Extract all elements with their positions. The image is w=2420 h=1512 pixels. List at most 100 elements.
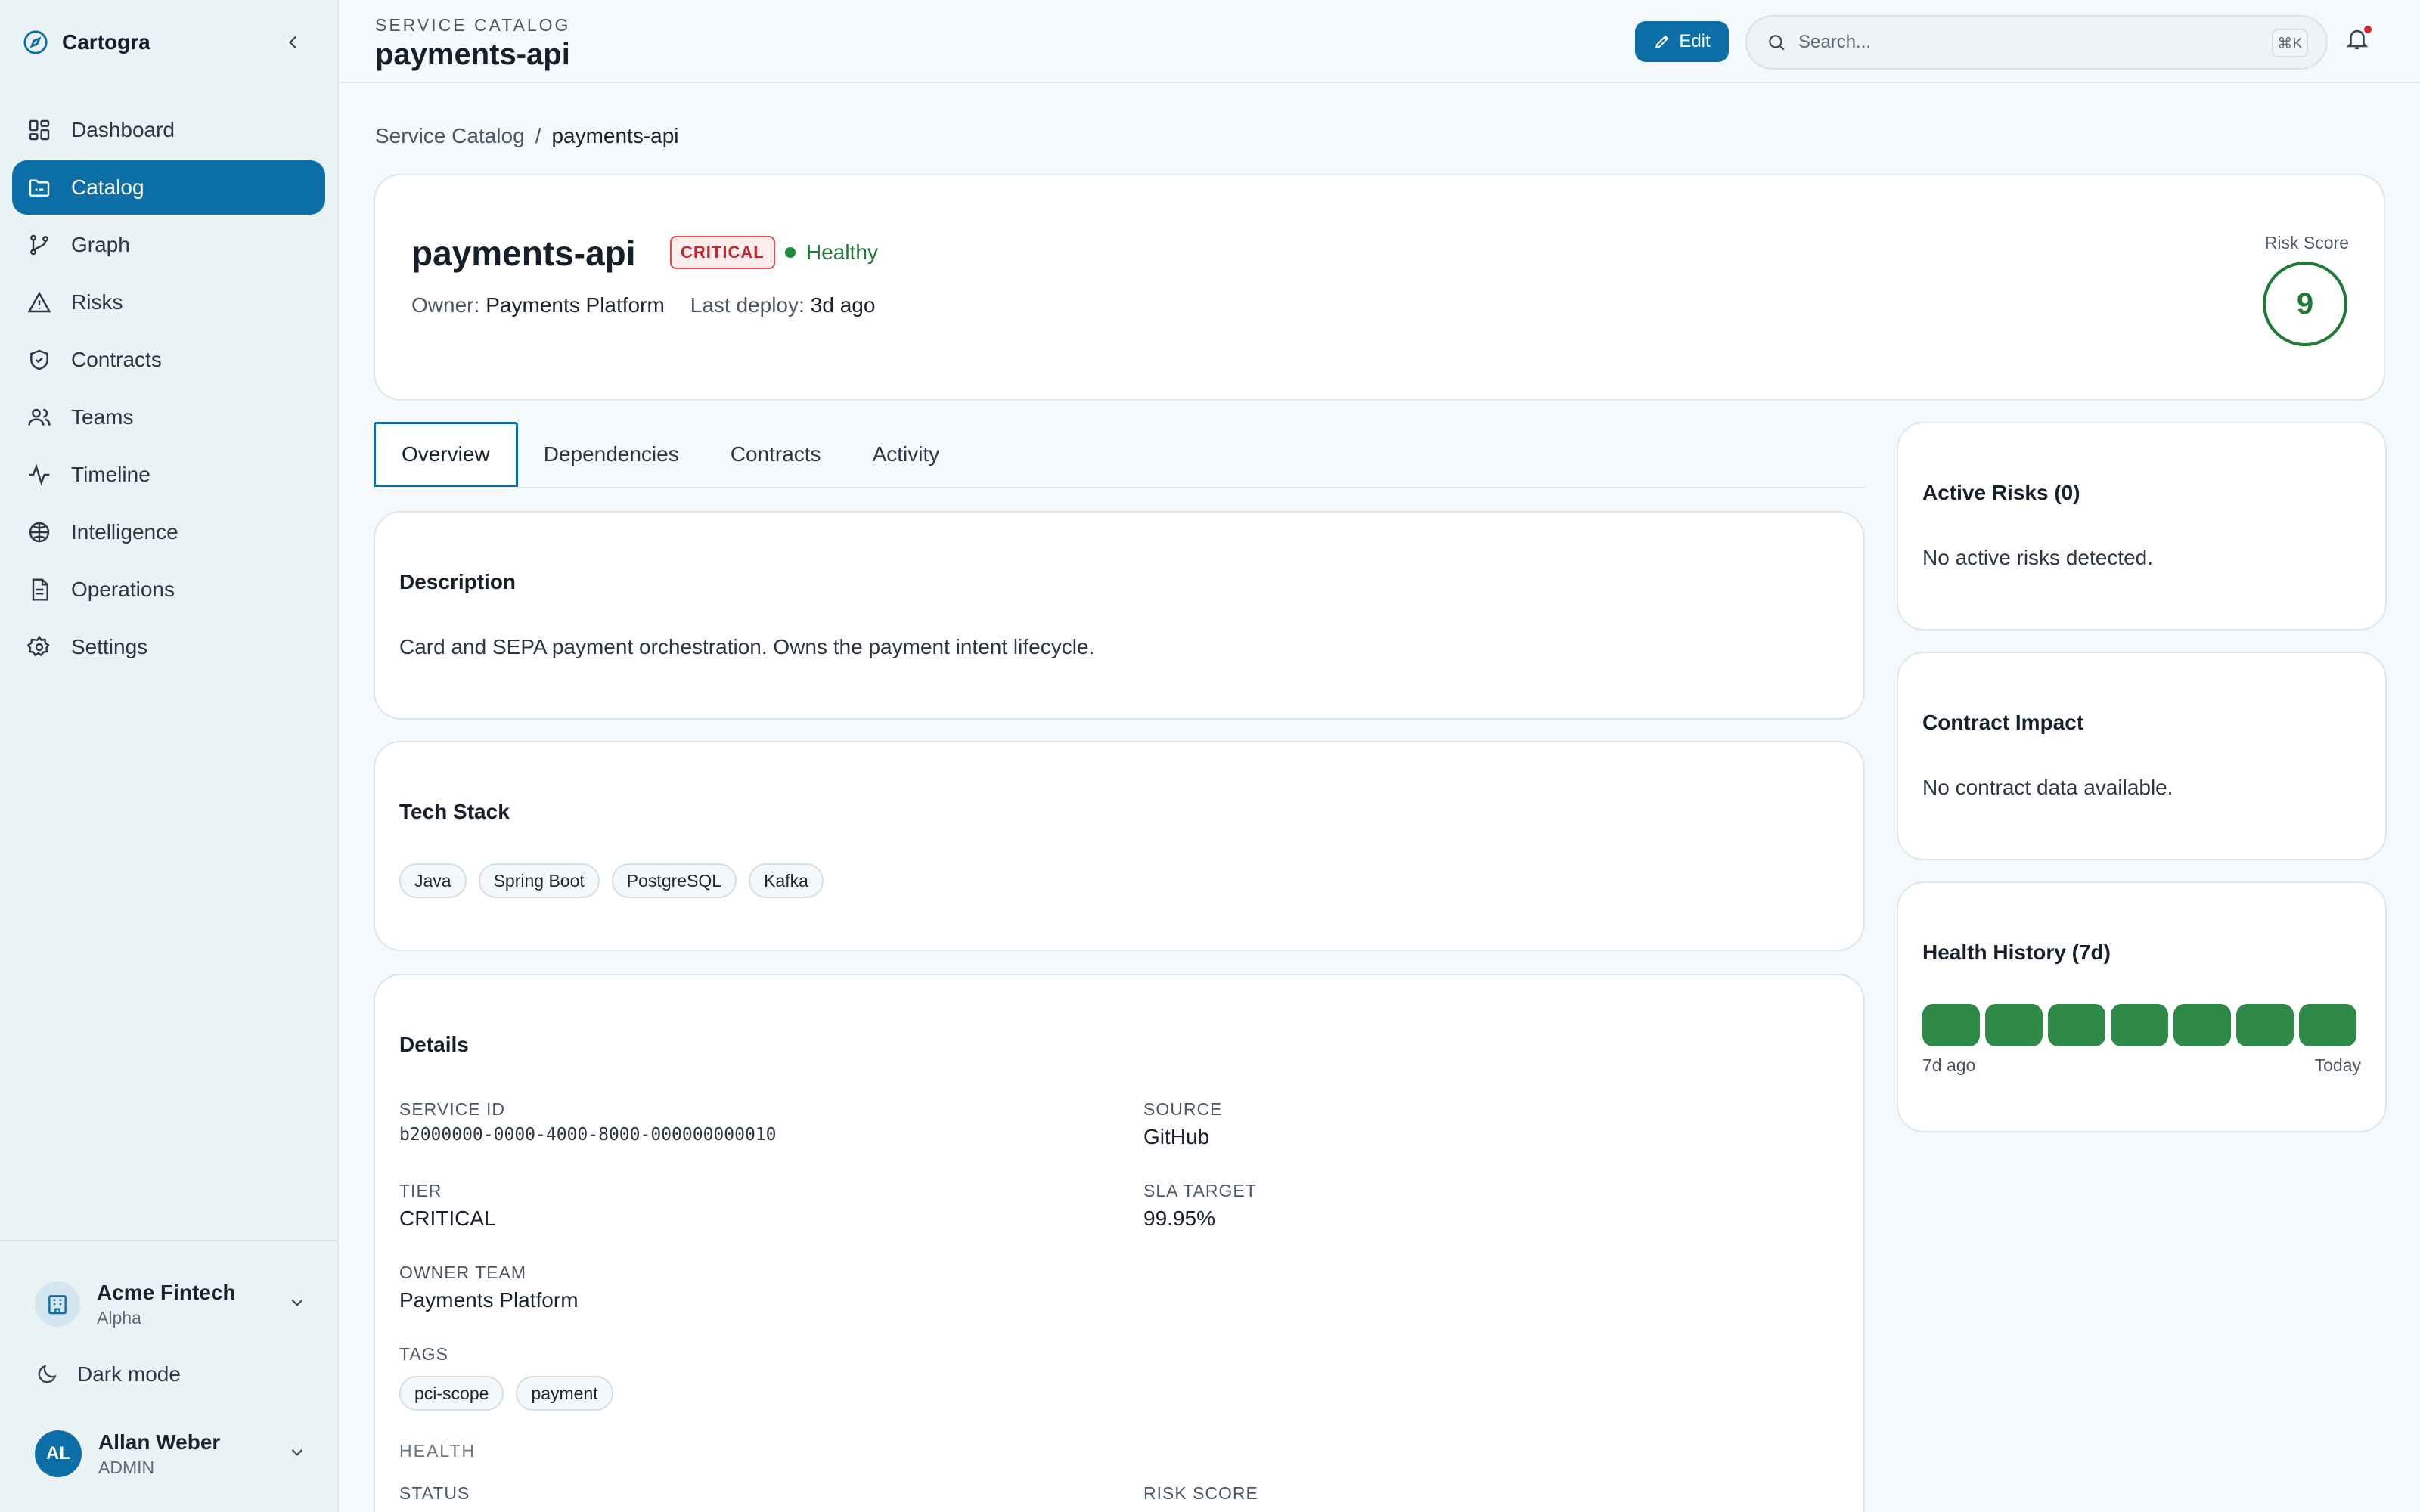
tab-contracts[interactable]: Contracts: [705, 422, 847, 487]
health-history-card: Health History (7d) 7d ago Today: [1897, 881, 2387, 1132]
health-day-bar: [1985, 1004, 2043, 1046]
tech-stack-card: Tech Stack Java Spring Boot PostgreSQL K…: [374, 741, 1865, 951]
collapse-sidebar-button[interactable]: [280, 29, 307, 56]
sidebar-item-contracts[interactable]: Contracts: [12, 333, 325, 387]
breadcrumb-root[interactable]: Service Catalog: [375, 124, 525, 148]
user-name: Allan Weber: [98, 1430, 221, 1454]
health-day-bar: [2048, 1004, 2105, 1046]
sidebar-item-graph[interactable]: Graph: [12, 218, 325, 272]
sidebar-item-label: Dashboard: [71, 118, 175, 141]
service-id-label: SERVICE ID: [399, 1099, 505, 1119]
sidebar-item-settings[interactable]: Settings: [12, 620, 325, 674]
chevron-left-icon: [289, 36, 297, 49]
sidebar-item-label: Risks: [71, 290, 123, 314]
pencil-icon: [1655, 35, 1669, 49]
status-label: STATUS: [399, 1483, 470, 1503]
brand[interactable]: Cartogra: [23, 27, 150, 57]
notifications-button[interactable]: [2344, 24, 2375, 56]
sidebar-item-label: Intelligence: [71, 520, 178, 544]
user-role: ADMIN: [98, 1457, 155, 1477]
tier-label: TIER: [399, 1181, 442, 1201]
breadcrumb-separator: /: [535, 124, 541, 147]
deploy-label: Last deploy:: [690, 293, 805, 317]
tab-overview[interactable]: Overview: [374, 422, 518, 487]
tech-chip: Kafka: [749, 863, 824, 898]
owner-value: Payments Platform: [486, 293, 665, 317]
user-menu[interactable]: AL Allan Weber ADMIN: [35, 1426, 307, 1482]
users-icon: [28, 408, 51, 426]
sidebar-item-timeline[interactable]: Timeline: [12, 448, 325, 502]
description-card: Description Card and SEPA payment orches…: [374, 511, 1865, 720]
breadcrumb: Service Catalog / payments-api: [375, 124, 679, 148]
tag-chip: payment: [516, 1376, 613, 1411]
health-day-bar: [2173, 1004, 2231, 1046]
sidebar-item-label: Settings: [71, 635, 148, 658]
health-history-title: Health History (7d): [1922, 940, 2111, 964]
app-name: Cartogra: [62, 30, 150, 54]
org-switcher[interactable]: Acme Fintech Alpha: [35, 1275, 307, 1334]
search-shortcut: ⌘K: [2272, 29, 2308, 57]
active-risks-title: Active Risks (0): [1922, 481, 2080, 504]
tag-chip: pci-scope: [399, 1376, 504, 1411]
org-plan: Alpha: [97, 1307, 141, 1328]
compass-logo-icon: [23, 30, 48, 54]
contract-impact-title: Contract Impact: [1922, 711, 2084, 734]
chevron-down-icon: [291, 1448, 303, 1456]
sidebar-item-teams[interactable]: Teams: [12, 390, 325, 445]
health-status: Healthy: [785, 240, 878, 265]
risk-score-field-label: RISK SCORE: [1143, 1483, 1258, 1503]
description-title: Description: [399, 570, 517, 593]
tab-activity[interactable]: Activity: [847, 422, 966, 487]
sidebar: Cartogra Dashboard Catalog Graph Risks C…: [0, 0, 339, 1512]
dark-mode-toggle[interactable]: Dark mode: [35, 1362, 181, 1387]
contract-impact-card: Contract Impact No contract data availab…: [1897, 652, 2387, 860]
service-header-card: payments-api CRITICAL Healthy Owner: Pay…: [374, 174, 2385, 401]
sla-label: SLA TARGET: [1143, 1181, 1257, 1201]
sidebar-item-intelligence[interactable]: Intelligence: [12, 505, 325, 559]
health-day-bar: [2299, 1004, 2356, 1046]
sidebar-item-operations[interactable]: Operations: [12, 562, 325, 617]
tech-stack-title: Tech Stack: [399, 800, 510, 823]
sla-value: 99.95%: [1143, 1207, 1215, 1230]
history-end-label: Today: [2314, 1055, 2361, 1075]
edit-label: Edit: [1679, 31, 1711, 51]
sidebar-item-label: Contracts: [71, 348, 162, 371]
tier-value: CRITICAL: [399, 1207, 496, 1230]
git-branch-icon: [30, 234, 48, 256]
health-day-bar: [2111, 1004, 2168, 1046]
health-history-bars: [1922, 1004, 2356, 1046]
sidebar-item-catalog[interactable]: Catalog: [12, 160, 325, 215]
source-value: GitHub: [1143, 1125, 1210, 1148]
search-icon: [1769, 35, 1785, 51]
org-name: Acme Fintech: [97, 1280, 236, 1304]
sidebar-item-label: Timeline: [71, 463, 150, 486]
sidebar-item-dashboard[interactable]: Dashboard: [12, 103, 325, 157]
service-name: payments-api: [411, 234, 636, 273]
active-risks-card: Active Risks (0) No active risks detecte…: [1897, 422, 2387, 631]
sidebar-footer: Acme Fintech Alpha Dark mode AL Allan We…: [0, 1240, 337, 1477]
search-input[interactable]: [1798, 32, 2222, 53]
tech-stack-chips: Java Spring Boot PostgreSQL Kafka: [399, 863, 836, 898]
building-icon: [35, 1281, 80, 1327]
health-section-heading: HEALTH: [399, 1441, 476, 1461]
search-box[interactable]: ⌘K: [1745, 15, 2328, 70]
tech-chip: Spring Boot: [478, 863, 600, 898]
sidebar-item-risks[interactable]: Risks: [12, 275, 325, 330]
status-dot-icon: [785, 247, 796, 258]
contract-impact-text: No contract data available.: [1922, 776, 2173, 799]
moon-icon: [38, 1365, 57, 1383]
folder-icon: [29, 179, 50, 197]
health-label: Healthy: [806, 240, 878, 264]
avatar: AL: [35, 1430, 82, 1477]
shield-icon: [30, 349, 48, 370]
sidebar-nav: Dashboard Catalog Graph Risks Contracts …: [12, 103, 325, 677]
owner-label: Owner:: [411, 293, 480, 317]
service-id-value: b2000000-0000-4000-8000-000000000010: [399, 1125, 777, 1145]
history-start-label: 7d ago: [1922, 1055, 1976, 1075]
sidebar-item-label: Graph: [71, 233, 130, 256]
risk-score-label: Risk Score: [2264, 233, 2349, 253]
tab-dependencies[interactable]: Dependencies: [518, 422, 705, 487]
tier-badge: CRITICAL: [670, 236, 775, 269]
edit-button[interactable]: Edit: [1635, 21, 1729, 62]
dark-mode-label: Dark mode: [77, 1362, 181, 1386]
